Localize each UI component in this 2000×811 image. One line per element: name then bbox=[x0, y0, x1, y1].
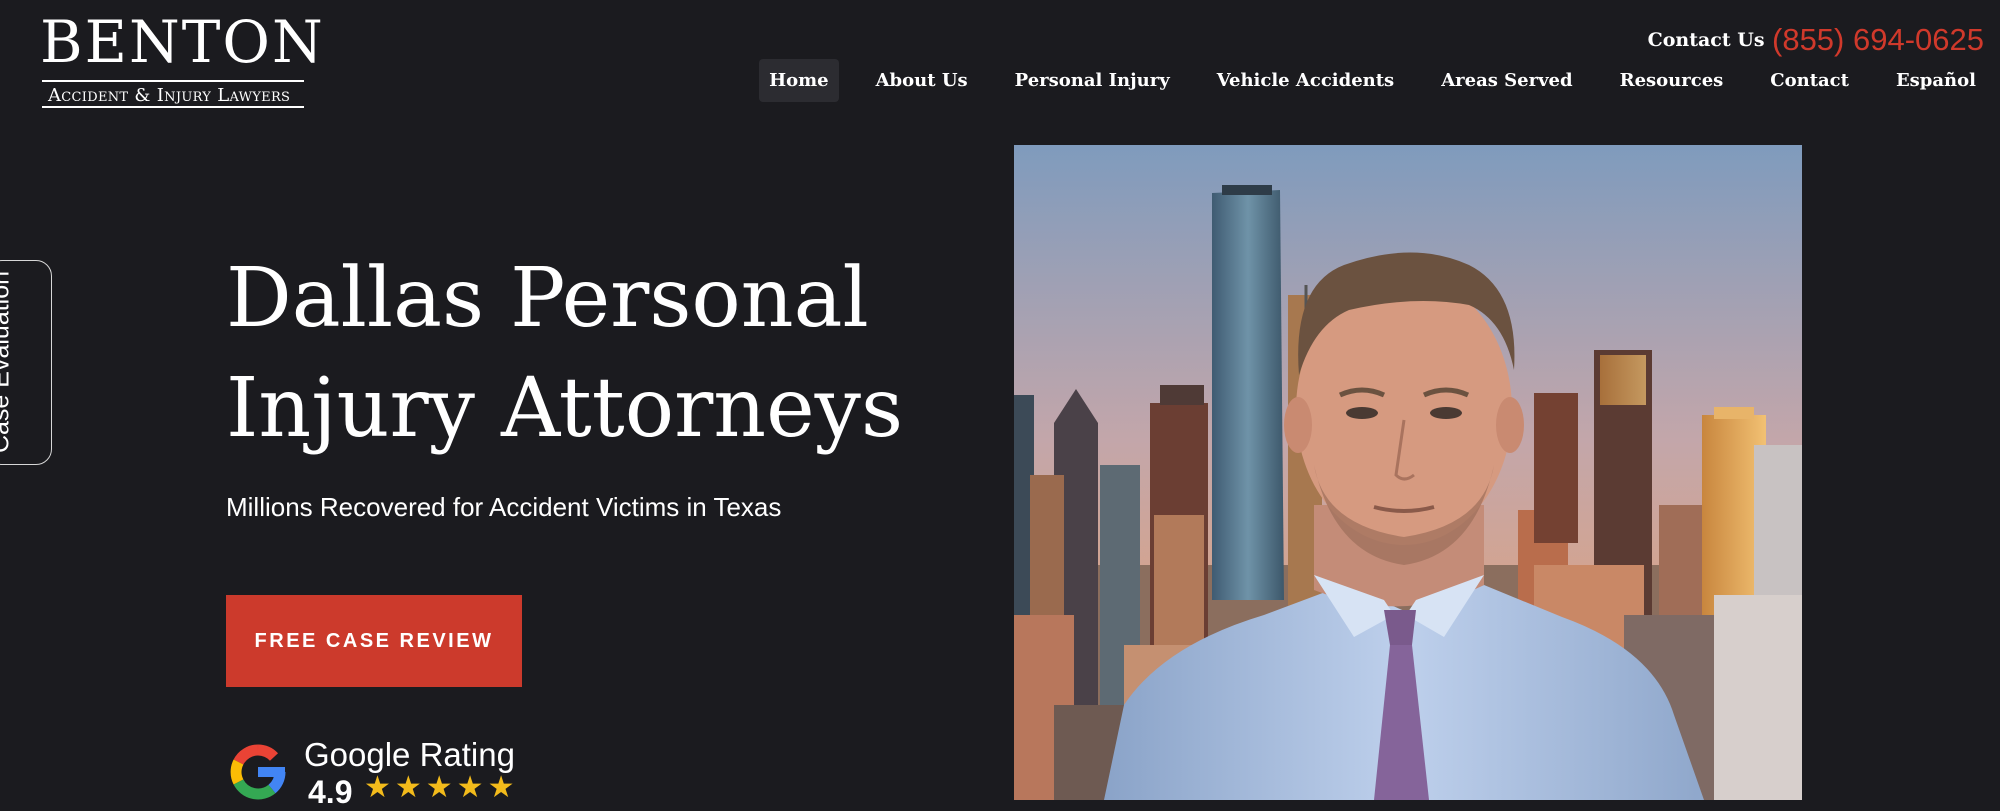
site-logo[interactable]: BENTON Accident & Injury Lawyers bbox=[40, 8, 325, 108]
case-evaluation-label: Case Evaluation bbox=[0, 270, 15, 454]
page-title: Dallas Personal Injury Attorneys bbox=[226, 244, 966, 464]
nav-vehicle-accidents[interactable]: Vehicle Accidents bbox=[1207, 59, 1405, 102]
phone-link[interactable]: (855) 694-0625 bbox=[1772, 22, 1984, 57]
logo-divider bbox=[42, 80, 304, 82]
hero-photo bbox=[1014, 145, 1802, 800]
headline-line-1: Dallas Personal bbox=[226, 251, 869, 346]
nav-espanol[interactable]: Español bbox=[1886, 59, 1986, 102]
rating-score: 4.9 bbox=[308, 774, 353, 810]
nav-resources[interactable]: Resources bbox=[1610, 59, 1734, 102]
contact-label: Contact Us bbox=[1647, 29, 1765, 51]
logo-tagline: Accident & Injury Lawyers bbox=[48, 85, 291, 106]
main-nav: Home About Us Personal Injury Vehicle Ac… bbox=[759, 59, 1986, 102]
logo-wordmark: BENTON bbox=[40, 8, 325, 76]
free-case-review-button[interactable]: FREE CASE REVIEW bbox=[226, 595, 522, 687]
rating-label: Google Rating bbox=[304, 736, 515, 773]
nav-about-us[interactable]: About Us bbox=[866, 59, 978, 102]
nav-home[interactable]: Home bbox=[759, 59, 839, 102]
nav-contact[interactable]: Contact bbox=[1760, 59, 1859, 102]
header-contact: Contact Us (855) 694-0625 bbox=[1648, 22, 1984, 58]
headline-line-2: Injury Attorneys bbox=[226, 361, 904, 456]
nav-areas-served[interactable]: Areas Served bbox=[1431, 59, 1582, 102]
google-g-icon bbox=[230, 744, 286, 800]
hero-subheadline: Millions Recovered for Accident Victims … bbox=[226, 492, 782, 522]
case-evaluation-tab[interactable]: Case Evaluation bbox=[0, 260, 52, 465]
nav-personal-injury[interactable]: Personal Injury bbox=[1005, 59, 1180, 102]
logo-divider bbox=[42, 106, 304, 108]
